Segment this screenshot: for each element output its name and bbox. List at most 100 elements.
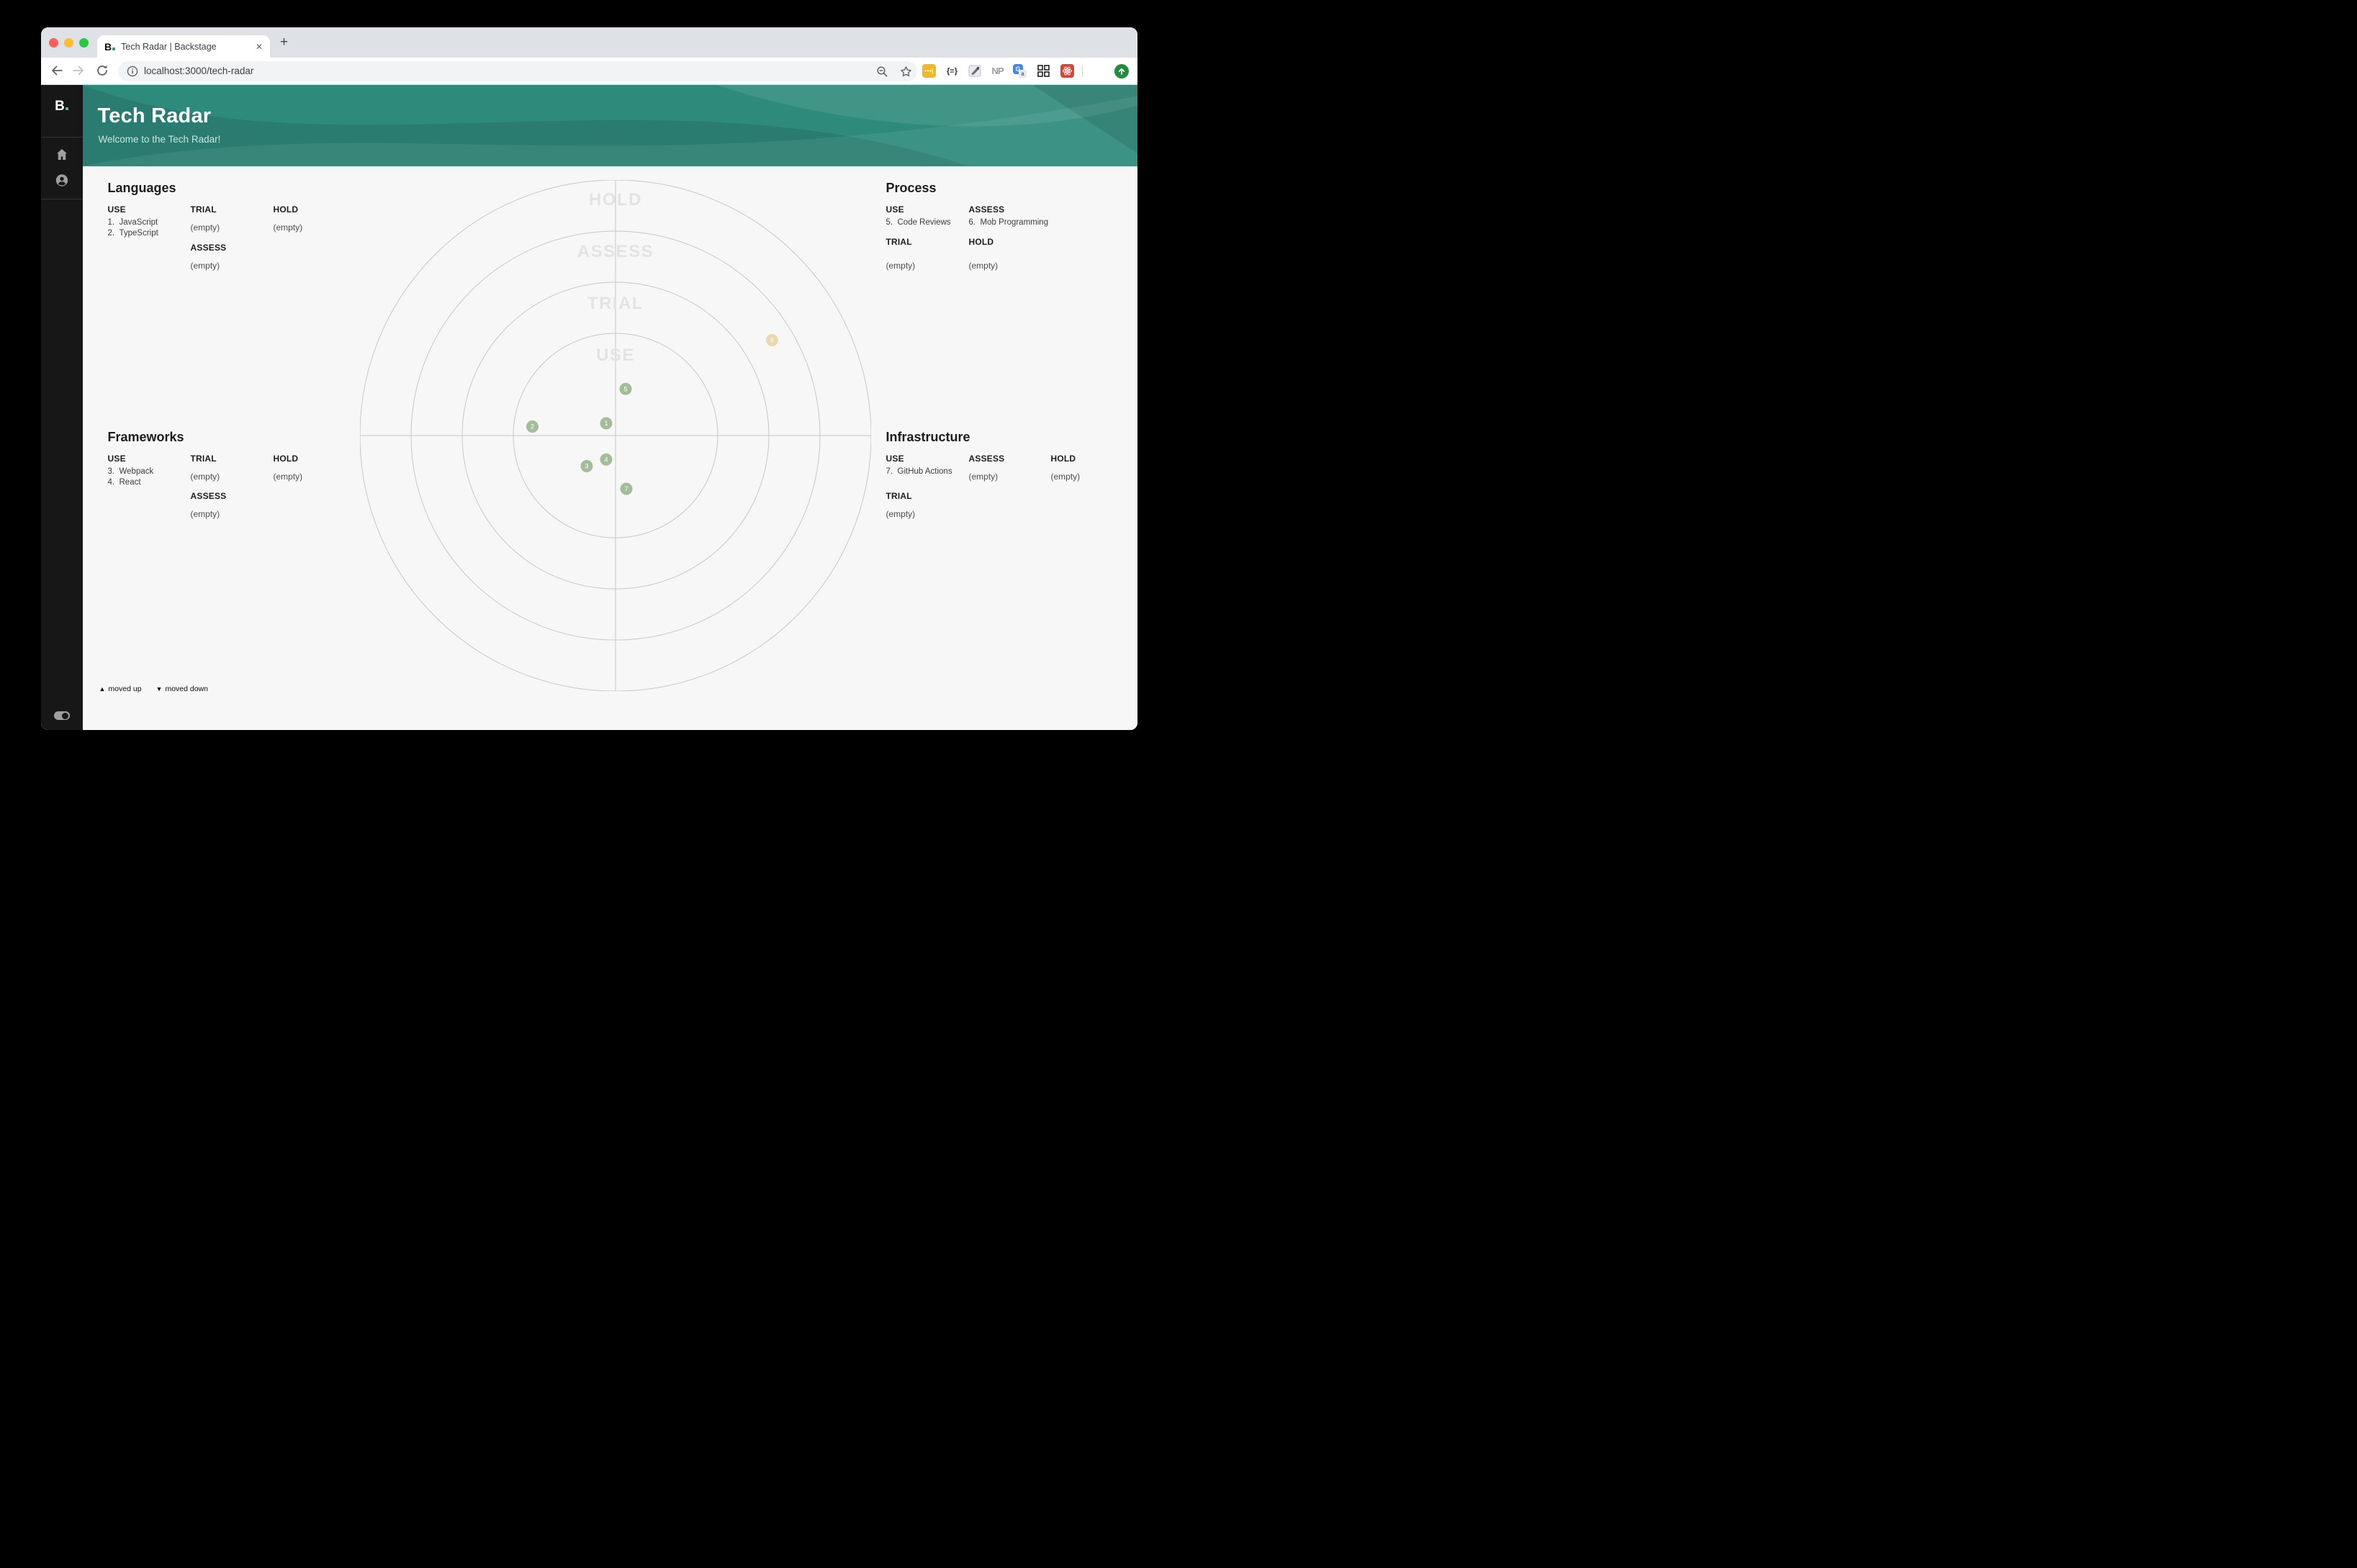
- radar-blip-4[interactable]: 4: [600, 453, 613, 466]
- new-tab-button[interactable]: +: [280, 35, 288, 50]
- profile-avatar[interactable]: [1091, 63, 1107, 78]
- process-hold-empty: (empty): [968, 260, 999, 271]
- languages-hold-empty: (empty): [273, 222, 303, 233]
- languages-trial-empty: (empty): [190, 222, 220, 233]
- url-bar[interactable]: localhost:3000/tech-radar: [118, 60, 917, 81]
- quadrant-title-languages: Languages: [107, 180, 176, 195]
- url-text[interactable]: localhost:3000/tech-radar: [144, 66, 253, 76]
- legend-moved-up: ▲ moved up: [99, 684, 142, 693]
- radar-entry-typescript[interactable]: 2. TypeScript: [108, 229, 158, 238]
- radar-entry-code-reviews[interactable]: 5. Code Reviews: [886, 218, 951, 227]
- languages-use-header: USE: [107, 204, 126, 215]
- svg-text:2: 2: [531, 423, 534, 431]
- tab-strip: B Tech Radar | Backstage ✕ +: [41, 27, 1137, 58]
- ring-label-trial: TRIAL: [587, 294, 644, 313]
- sidebar-home-icon[interactable]: [55, 148, 68, 161]
- radar-entry-react[interactable]: 4. React: [108, 478, 141, 487]
- backstage-logo[interactable]: B: [41, 99, 83, 114]
- close-window-button[interactable]: [49, 37, 58, 48]
- infrastructure-hold-header: HOLD: [1050, 453, 1076, 464]
- grid-extension-icon[interactable]: [1036, 63, 1051, 78]
- page-content: B Tech Radar Welcome to the Tech Radar! …: [41, 85, 1137, 730]
- svg-text:5: 5: [623, 385, 627, 392]
- sidebar-divider-top: [41, 137, 83, 138]
- browser-toolbar: localhost:3000/tech-radar •••| {≡} NP G …: [41, 58, 1137, 85]
- languages-assess-header: ASSESS: [190, 242, 227, 253]
- page-header: Tech Radar Welcome to the Tech Radar!: [82, 85, 1137, 166]
- radar-blip-6[interactable]: 6: [766, 334, 778, 346]
- infrastructure-assess-empty: (empty): [968, 471, 999, 482]
- header-wave-art: [82, 85, 1137, 166]
- ring-label-hold: HOLD: [589, 190, 642, 209]
- radar-legend: ▲ moved up ▼ moved down: [99, 685, 209, 693]
- radar-blip-1[interactable]: 1: [600, 417, 613, 430]
- radar-entry-javascript[interactable]: 1. JavaScript: [108, 218, 158, 227]
- minimize-window-button[interactable]: [64, 37, 73, 48]
- tech-radar-chart: HOLD ASSESS TRIAL USE 1 2 3 4 5 6 7: [360, 180, 871, 691]
- radar-entry-webpack[interactable]: 3. Webpack: [108, 467, 154, 476]
- radar-blip-3[interactable]: 3: [580, 460, 593, 472]
- backstage-favicon-icon: B: [104, 41, 116, 53]
- radar-blip-5[interactable]: 5: [619, 382, 632, 395]
- languages-assess-empty: (empty): [190, 260, 220, 271]
- frameworks-assess-empty: (empty): [190, 508, 220, 519]
- frameworks-hold-empty: (empty): [273, 471, 303, 482]
- toolbar-divider: [1082, 65, 1083, 77]
- radar-entry-mob-programming[interactable]: 6. Mob Programming: [969, 218, 1049, 227]
- ring-label-assess: ASSESS: [577, 242, 654, 261]
- infrastructure-hold-empty: (empty): [1050, 471, 1081, 482]
- frameworks-trial-empty: (empty): [190, 471, 220, 482]
- zoom-indicator-icon[interactable]: [876, 66, 888, 78]
- svg-text:4: 4: [604, 456, 608, 464]
- process-use-header: USE: [885, 204, 904, 215]
- infrastructure-assess-header: ASSESS: [968, 453, 1005, 464]
- frameworks-hold-header: HOLD: [273, 453, 299, 464]
- process-trial-empty: (empty): [885, 260, 916, 271]
- site-info-icon[interactable]: [127, 66, 138, 77]
- svg-text:3: 3: [585, 463, 588, 470]
- fullscreen-window-button[interactable]: [79, 37, 89, 48]
- bookmark-star-icon[interactable]: [900, 66, 912, 78]
- moved-up-icon: ▲: [99, 685, 106, 693]
- forward-icon[interactable]: [71, 63, 86, 78]
- radar-main: HOLD ASSESS TRIAL USE 1234567 Languages …: [82, 166, 1137, 730]
- password-manager-extension-icon[interactable]: •••|: [921, 63, 937, 78]
- infrastructure-trial-empty: (empty): [885, 508, 916, 519]
- close-tab-icon[interactable]: ✕: [256, 42, 263, 52]
- infrastructure-trial-header: TRIAL: [885, 490, 912, 501]
- sidebar-account-icon[interactable]: [55, 174, 68, 187]
- process-assess-header: ASSESS: [968, 204, 1005, 215]
- svg-text:6: 6: [770, 337, 774, 344]
- tab-title: Tech Radar | Backstage: [121, 41, 217, 52]
- quadrant-title-process: Process: [885, 180, 937, 195]
- moved-down-icon: ▼: [156, 685, 163, 693]
- frameworks-trial-header: TRIAL: [190, 453, 217, 464]
- infrastructure-use-header: USE: [885, 453, 904, 464]
- frameworks-assess-header: ASSESS: [190, 490, 227, 501]
- browser-update-icon[interactable]: [1114, 63, 1129, 78]
- svg-text:7: 7: [624, 485, 628, 492]
- svg-text:1: 1: [604, 420, 608, 427]
- app-sidebar: B: [41, 85, 83, 730]
- quadrant-title-frameworks: Frameworks: [107, 429, 184, 444]
- radar-blip-7[interactable]: 7: [620, 482, 633, 495]
- screenshot-page: B Tech Radar | Backstage ✕ + localhost:3…: [0, 0, 1178, 784]
- browser-window: B Tech Radar | Backstage ✕ + localhost:3…: [41, 27, 1137, 730]
- vector-tool-extension-icon[interactable]: [968, 63, 983, 78]
- google-translate-extension-icon[interactable]: G a: [1012, 63, 1027, 78]
- react-devtools-extension-icon[interactable]: [1060, 63, 1075, 78]
- quadrant-title-infrastructure: Infrastructure: [885, 429, 970, 444]
- sidebar-pin-toggle[interactable]: [53, 711, 70, 720]
- process-hold-header: HOLD: [968, 236, 994, 247]
- np-extension-icon[interactable]: NP: [990, 63, 1005, 78]
- reload-icon[interactable]: [95, 63, 109, 78]
- page-subtitle: Welcome to the Tech Radar!: [98, 134, 221, 145]
- browser-tab[interactable]: B Tech Radar | Backstage ✕: [97, 35, 270, 58]
- process-trial-header: TRIAL: [885, 236, 912, 247]
- page-title: Tech Radar: [97, 104, 212, 127]
- back-icon[interactable]: [50, 63, 64, 78]
- radar-blip-2[interactable]: 2: [526, 420, 538, 433]
- legend-moved-down: ▼ moved down: [156, 684, 209, 693]
- json-formatter-extension-icon[interactable]: {≡}: [945, 63, 960, 78]
- radar-entry-github-actions[interactable]: 7. GitHub Actions: [886, 467, 952, 476]
